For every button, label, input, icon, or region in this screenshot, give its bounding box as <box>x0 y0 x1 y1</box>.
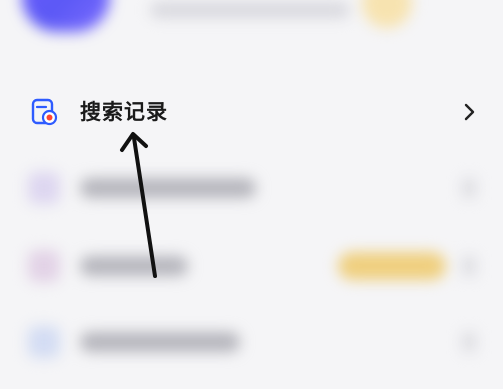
blurred-badge <box>362 0 412 28</box>
blurred-item-icon <box>28 326 60 358</box>
blurred-item-icon <box>28 172 60 204</box>
search-history-label: 搜索记录 <box>80 100 168 124</box>
settings-page: 搜索记录 <box>0 0 503 389</box>
menu-item-search-history[interactable]: 搜索记录 <box>0 74 503 150</box>
search-history-icon <box>31 98 58 126</box>
blurred-item-text <box>80 256 188 276</box>
blurred-item-icon <box>28 250 60 282</box>
avatar <box>22 0 110 32</box>
blurred-chevron-icon <box>462 178 476 198</box>
blurred-chevron-icon <box>462 332 476 352</box>
blurred-menu-item[interactable] <box>0 238 503 298</box>
blurred-profile-text <box>150 2 350 18</box>
chevron-right-icon <box>464 103 475 121</box>
blurred-menu-item[interactable] <box>0 160 503 220</box>
blurred-item-text <box>80 332 240 352</box>
blurred-badge <box>338 252 446 280</box>
blurred-chevron-icon <box>462 256 476 276</box>
blurred-menu-item[interactable] <box>0 314 503 374</box>
blurred-item-text <box>80 178 256 198</box>
